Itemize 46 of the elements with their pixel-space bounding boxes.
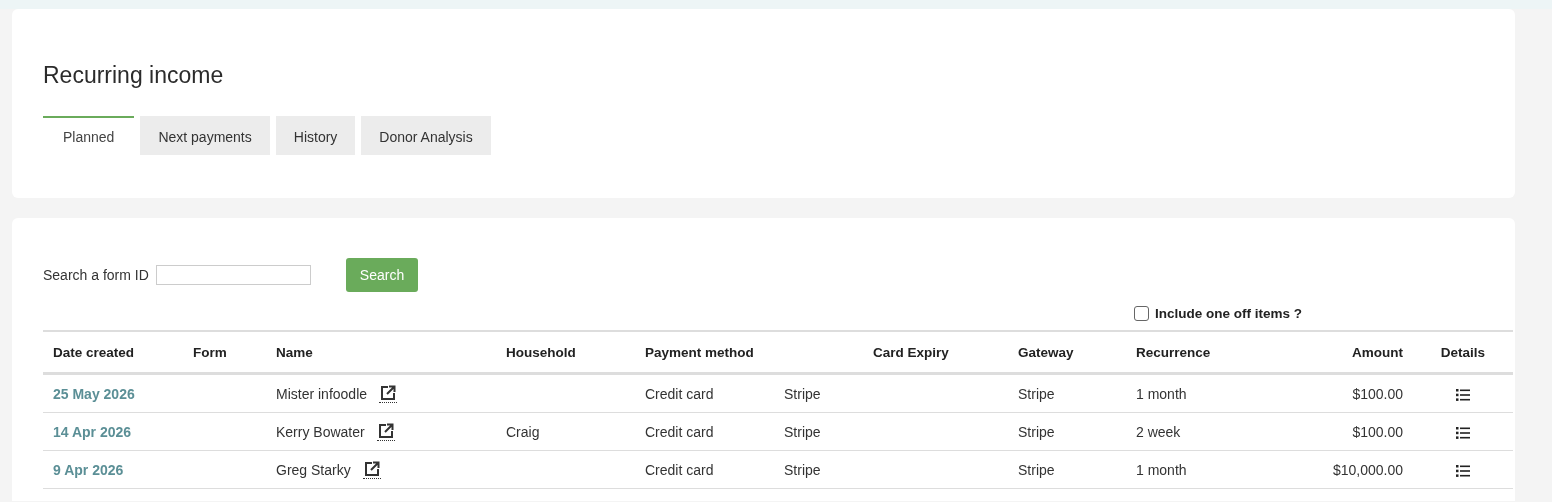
table-cell: Craig [506,423,540,440]
column-header: Date created [53,344,135,360]
column-header: Household [506,344,576,360]
table-cell: Credit card [645,385,714,402]
column-header: Gateway [1018,344,1074,360]
column-header: Name [276,344,313,360]
external-link-icon[interactable] [376,422,395,441]
table-cell: Credit card [645,461,714,478]
table-cell: 2 week [1136,423,1181,440]
table-cell: Stripe [1018,461,1055,478]
tab[interactable]: Donor Analysis [361,116,491,155]
table-cell: Credit card [645,423,714,440]
date-link[interactable]: 25 May 2026 [53,385,135,402]
column-header: Recurrence [1136,344,1211,360]
table-cell: $10,000.00 [1332,461,1403,478]
donor-name: Mister infoodle [276,385,368,402]
checkbox[interactable] [1134,305,1149,321]
tab[interactable]: History [275,116,356,155]
table-cell: Stripe [1018,385,1055,402]
external-link-icon[interactable] [362,460,381,479]
checkbox-label: Include one off items ? [1155,305,1302,321]
table-cell: Stripe [784,461,821,478]
page-title: Recurring income [43,61,225,89]
column-header: Card Expiry [873,344,949,360]
form-id-field[interactable] [155,265,311,285]
date-link[interactable]: 9 Apr 2026 [53,461,124,478]
column-header: Payment method [645,344,754,360]
table-cell: 1 month [1136,385,1187,402]
table-cell: 1 month [1136,461,1187,478]
external-link-icon[interactable] [379,384,398,403]
table-cell: $100.00 [1352,423,1403,440]
table-cell: Stripe [784,423,821,440]
list-icon[interactable] [1456,388,1470,401]
table-cell: Stripe [1018,423,1055,440]
donor-name: Greg Starky [276,461,351,478]
column-header: Details [1440,344,1486,360]
table-cell: Stripe [784,385,821,402]
date-link[interactable]: 14 Apr 2026 [53,423,132,440]
tab[interactable]: Next payments [140,116,270,155]
list-icon[interactable] [1456,464,1470,477]
column-header: Form [193,344,227,360]
table-cell: $100.00 [1352,385,1403,402]
donor-name: Kerry Bowater [276,423,365,440]
search-label: Search a form ID [43,267,149,283]
list-icon[interactable] [1456,426,1470,439]
column-header: Amount [1352,344,1403,360]
